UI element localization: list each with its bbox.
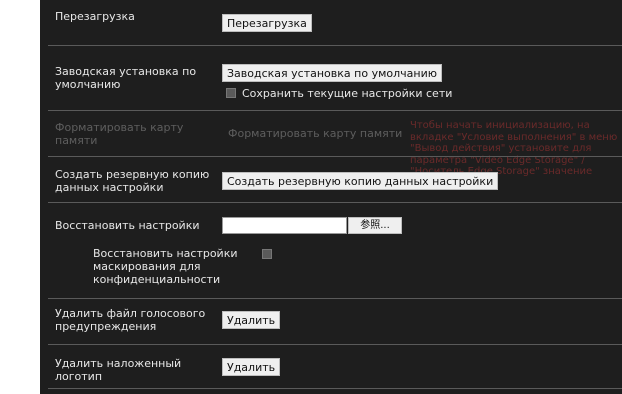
browse-button[interactable]: 参照... xyxy=(348,217,402,234)
restore-label: Восстановить настройки xyxy=(55,219,200,232)
delete-logo-button[interactable]: Удалить xyxy=(222,358,281,376)
format-card-label: Форматировать карту памяти xyxy=(55,121,184,147)
divider xyxy=(48,344,622,345)
divider xyxy=(48,388,622,389)
keep-network-checkbox[interactable] xyxy=(226,88,236,98)
factory-reset-label: Заводская установка по умолчанию xyxy=(55,65,197,91)
restore-privacy-label: Восстановить настройки маскирования для … xyxy=(93,247,238,286)
divider xyxy=(48,298,622,299)
restore-file-input[interactable] xyxy=(222,217,347,234)
factory-reset-button[interactable]: Заводская установка по умолчанию xyxy=(222,64,442,82)
backup-label: Создать резервную копию данных настройки xyxy=(55,168,210,194)
settings-panel xyxy=(40,0,622,394)
reboot-label: Перезагрузка xyxy=(55,10,135,23)
delete-voice-button[interactable]: Удалить xyxy=(222,311,281,329)
divider xyxy=(48,45,622,46)
reboot-button[interactable]: Перезагрузка xyxy=(222,14,312,32)
restore-privacy-checkbox[interactable] xyxy=(262,249,272,259)
divider xyxy=(48,156,622,157)
divider xyxy=(48,202,622,203)
format-card-button[interactable]: Форматировать карту памяти xyxy=(228,125,402,143)
delete-logo-label: Удалить наложенный логотип xyxy=(55,357,182,383)
keep-network-label: Сохранить текущие настройки сети xyxy=(242,87,453,100)
divider xyxy=(48,110,622,111)
backup-button[interactable]: Создать резервную копию данных настройки xyxy=(222,172,499,190)
delete-voice-label: Удалить файл голосового предупреждения xyxy=(55,307,206,333)
